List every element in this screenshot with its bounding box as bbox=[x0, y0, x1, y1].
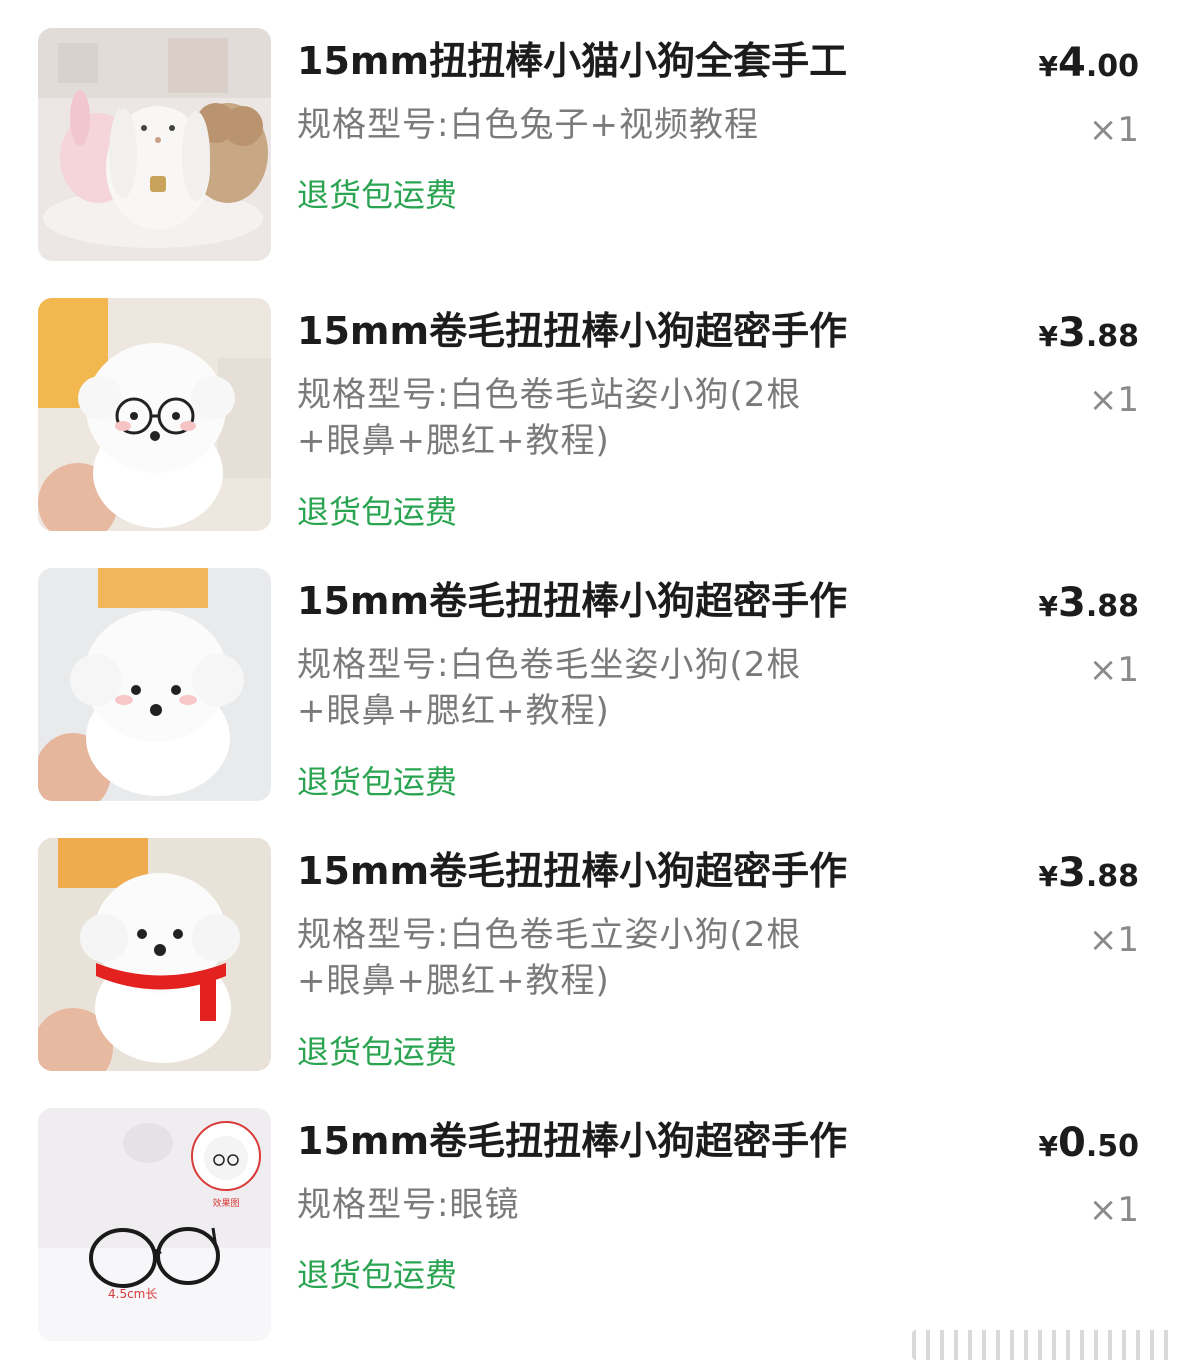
spec-line: +眼鼻+腮红+教程) bbox=[297, 691, 610, 731]
order-item[interactable]: 15mm卷毛扭扭棒小狗超密手作 规格型号:白色卷毛立姿小狗(2根 +眼鼻+腮红+… bbox=[0, 838, 1179, 1074]
spec-line: 规格型号:白色卷毛立姿小狗(2根 bbox=[297, 915, 802, 955]
price-decimal: .88 bbox=[1085, 859, 1139, 894]
product-quantity: ×1 bbox=[1088, 920, 1139, 960]
bunny-and-poodle-plush-image bbox=[38, 28, 271, 261]
spec-line: 规格型号:白色卷毛坐姿小狗(2根 bbox=[297, 645, 802, 685]
product-price: ¥3.88 bbox=[1039, 310, 1139, 364]
product-thumbnail[interactable] bbox=[38, 838, 271, 1071]
product-quantity: ×1 bbox=[1088, 650, 1139, 690]
currency-symbol: ¥ bbox=[1038, 590, 1058, 623]
product-spec: 规格型号:白色卷毛立姿小狗(2根 +眼鼻+腮红+教程) bbox=[297, 912, 897, 1004]
white-dog-with-glasses-image bbox=[38, 298, 271, 531]
product-spec: 规格型号:眼镜 bbox=[297, 1182, 897, 1228]
spec-line: +眼鼻+腮红+教程) bbox=[297, 961, 610, 1001]
product-title[interactable]: 15mm卷毛扭扭棒小狗超密手作 bbox=[297, 1116, 907, 1166]
price-integer: 3 bbox=[1058, 580, 1086, 626]
spec-line: 规格型号:眼镜 bbox=[297, 1185, 520, 1225]
return-shipping-tag: 退货包运费 bbox=[297, 763, 458, 801]
order-item[interactable]: 15mm卷毛扭扭棒小狗超密手作 规格型号:白色卷毛坐姿小狗(2根 +眼鼻+腮红+… bbox=[0, 568, 1179, 804]
product-quantity: ×1 bbox=[1088, 1190, 1139, 1230]
product-quantity: ×1 bbox=[1088, 110, 1139, 150]
product-title[interactable]: 15mm卷毛扭扭棒小狗超密手作 bbox=[297, 846, 907, 896]
currency-symbol: ¥ bbox=[1038, 320, 1058, 353]
image-badge-text: 效果图 bbox=[212, 1197, 239, 1209]
order-item[interactable]: 15mm卷毛扭扭棒小狗超密手作 规格型号:白色卷毛站姿小狗(2根 +眼鼻+腮红+… bbox=[0, 298, 1179, 534]
currency-symbol: ¥ bbox=[1038, 860, 1058, 893]
spec-line: 规格型号:白色兔子+视频教程 bbox=[297, 105, 759, 145]
watermark-bar bbox=[912, 1330, 1172, 1360]
price-integer: 4 bbox=[1058, 40, 1086, 86]
price-integer: 3 bbox=[1058, 850, 1086, 896]
glasses-accessory-image: 效果图 4.5cm长 bbox=[38, 1108, 271, 1341]
image-size-label: 4.5cm长 bbox=[108, 1287, 157, 1301]
product-price: ¥3.88 bbox=[1039, 580, 1139, 634]
price-decimal: .88 bbox=[1085, 589, 1139, 624]
currency-symbol: ¥ bbox=[1038, 1130, 1058, 1163]
white-sitting-dog-image bbox=[38, 568, 271, 801]
product-price: ¥0.50 bbox=[1039, 1120, 1139, 1174]
product-spec: 规格型号:白色卷毛站姿小狗(2根 +眼鼻+腮红+教程) bbox=[297, 372, 897, 464]
spec-line: 规格型号:白色卷毛站姿小狗(2根 bbox=[297, 375, 802, 415]
price-decimal: .00 bbox=[1085, 49, 1139, 84]
product-spec: 规格型号:白色兔子+视频教程 bbox=[297, 102, 897, 148]
product-thumbnail[interactable]: 效果图 4.5cm长 bbox=[38, 1108, 271, 1341]
white-dog-red-scarf-image bbox=[38, 838, 271, 1071]
product-title[interactable]: 15mm扭扭棒小猫小狗全套手工 bbox=[297, 36, 907, 86]
price-integer: 3 bbox=[1058, 310, 1086, 356]
product-title[interactable]: 15mm卷毛扭扭棒小狗超密手作 bbox=[297, 306, 907, 356]
product-thumbnail[interactable] bbox=[38, 28, 271, 261]
product-quantity: ×1 bbox=[1088, 380, 1139, 420]
order-item[interactable]: 效果图 4.5cm长 15mm卷毛扭扭棒小狗超密手作 规格型号:眼镜 退货包运费… bbox=[0, 1108, 1179, 1344]
price-integer: 0 bbox=[1058, 1120, 1086, 1166]
spec-line: +眼鼻+腮红+教程) bbox=[297, 421, 610, 461]
product-price: ¥3.88 bbox=[1039, 850, 1139, 904]
currency-symbol: ¥ bbox=[1038, 50, 1058, 83]
return-shipping-tag: 退货包运费 bbox=[297, 176, 458, 214]
price-decimal: .88 bbox=[1085, 319, 1139, 354]
product-spec: 规格型号:白色卷毛坐姿小狗(2根 +眼鼻+腮红+教程) bbox=[297, 642, 897, 734]
price-decimal: .50 bbox=[1085, 1129, 1139, 1164]
order-item[interactable]: 15mm扭扭棒小猫小狗全套手工 规格型号:白色兔子+视频教程 退货包运费 ¥4.… bbox=[0, 28, 1179, 264]
product-thumbnail[interactable] bbox=[38, 298, 271, 531]
return-shipping-tag: 退货包运费 bbox=[297, 1033, 458, 1071]
return-shipping-tag: 退货包运费 bbox=[297, 1256, 458, 1294]
product-thumbnail[interactable] bbox=[38, 568, 271, 801]
product-price: ¥4.00 bbox=[1039, 40, 1139, 94]
product-title[interactable]: 15mm卷毛扭扭棒小狗超密手作 bbox=[297, 576, 907, 626]
return-shipping-tag: 退货包运费 bbox=[297, 493, 458, 531]
